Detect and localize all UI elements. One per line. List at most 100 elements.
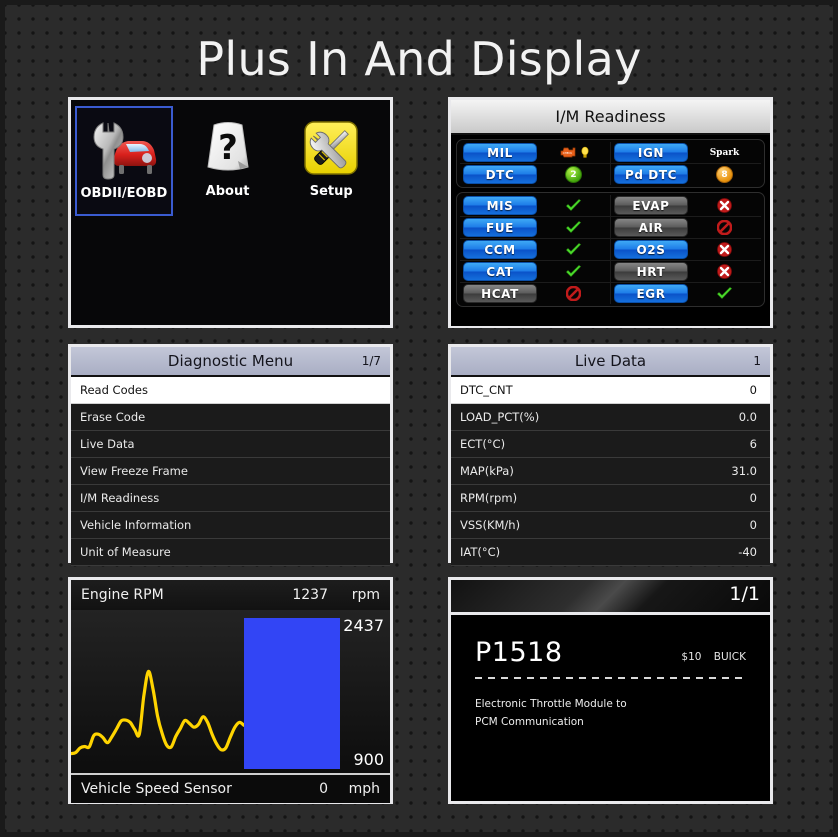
graph-bottom-value: 0 xyxy=(319,781,328,797)
graph-bottom-unit: mph xyxy=(348,781,380,797)
diagnostic-menu-item[interactable]: Unit of Measure xyxy=(71,539,390,566)
im-button-pd-dtc[interactable]: Pd DTC xyxy=(614,165,688,184)
check-icon xyxy=(566,264,581,277)
im-monitor-cell: EGR xyxy=(610,283,761,304)
live-data-row[interactable]: RPM(rpm) 0 xyxy=(451,485,770,512)
dtc-description-line1: Electronic Throttle Module to xyxy=(475,698,627,710)
wrench-screwdriver-icon xyxy=(302,114,360,182)
im-monitor-cell: AIR xyxy=(610,217,761,238)
live-data-name: MAP(kPa) xyxy=(460,464,514,478)
dtc-code: P1518 xyxy=(475,637,563,668)
diagnostic-menu-item[interactable]: Vehicle Information xyxy=(71,512,390,539)
im-monitor-status xyxy=(688,220,761,235)
live-data-row[interactable]: IAT(°C) -40 xyxy=(451,539,770,566)
im-button-hrt[interactable]: HRT xyxy=(614,262,688,281)
cross-icon xyxy=(717,242,732,257)
engine-lamp-icon: CHECK xyxy=(559,146,589,159)
live-data-name: DTC_CNT xyxy=(460,383,513,397)
live-data-row[interactable]: DTC_CNT 0 xyxy=(451,377,770,404)
diagnostic-menu-item[interactable]: Live Data xyxy=(71,431,390,458)
im-readiness-header: I/M Readiness xyxy=(451,100,770,135)
live-data-value: 0 xyxy=(749,518,757,532)
im-monitor-status xyxy=(688,286,761,301)
live-data-name: ECT(°C) xyxy=(460,437,506,451)
im-monitor-cell: CCM xyxy=(460,239,610,260)
im-monitor-cell: CAT xyxy=(460,261,610,282)
check-icon xyxy=(566,198,581,211)
diagnostic-menu-item[interactable]: Read Codes xyxy=(71,377,390,404)
dtc-separator xyxy=(475,677,746,679)
live-data-row[interactable]: MAP(kPa) 31.0 xyxy=(451,458,770,485)
check-icon xyxy=(717,286,732,299)
im-status-mil: CHECK xyxy=(537,146,610,159)
live-data-row[interactable]: LOAD_PCT(%) 0.0 xyxy=(451,404,770,431)
home-item-label: About xyxy=(205,184,250,199)
im-monitor-status xyxy=(537,242,610,257)
im-readiness-panel: I/M Readiness MIL CHECK IGN Spark DTC 2 … xyxy=(448,97,773,328)
im-button-fue[interactable]: FUE xyxy=(463,218,537,237)
im-button-ign[interactable]: IGN xyxy=(614,143,688,162)
diagnostic-menu-item[interactable]: I/M Readiness xyxy=(71,485,390,512)
im-row-dtc-pddtc: DTC 2 Pd DTC 8 xyxy=(460,164,761,185)
im-button-mil[interactable]: MIL xyxy=(463,143,537,162)
im-button-o2s[interactable]: O2S xyxy=(614,240,688,259)
im-monitor-group: MIS EVAP FUE AIR CCM O2S CAT HRT HCAT EGR xyxy=(456,192,765,307)
im-button-dtc[interactable]: DTC xyxy=(463,165,537,184)
im-button-hcat[interactable]: HCAT xyxy=(463,284,537,303)
im-monitor-row: FUE AIR xyxy=(460,217,761,239)
dtc-meta: $10 BUICK xyxy=(672,651,746,668)
live-data-row[interactable]: VSS(KM/h) 0 xyxy=(451,512,770,539)
graph-plot-area: 2437 900 xyxy=(71,610,390,773)
dtc-top-row: P1518 $10 BUICK xyxy=(475,637,746,668)
diagnostic-menu-list: Read Codes Erase Code Live Data View Freeze… xyxy=(71,377,390,566)
graph-top-bar: Engine RPM 1237 rpm xyxy=(71,580,390,610)
im-ign-value: Spark xyxy=(709,147,740,158)
live-data-list: DTC_CNT 0 LOAD_PCT(%) 0.0 ECT(°C) 6 MAP(kPa) 31… xyxy=(451,377,770,566)
live-data-name: IAT(°C) xyxy=(460,545,501,559)
home-item-label: OBDII/EOBD xyxy=(80,186,168,201)
pd-dtc-count-badge: 8 xyxy=(716,166,733,183)
live-data-header: Live Data 1 xyxy=(451,347,770,377)
cross-icon xyxy=(717,198,732,213)
check-icon xyxy=(566,242,581,255)
im-monitor-cell: EVAP xyxy=(610,195,761,216)
home-item-obdii-eobd[interactable]: OBDII/EOBD xyxy=(75,106,173,216)
im-button-cat[interactable]: CAT xyxy=(463,262,537,281)
rpm-trace xyxy=(71,669,246,756)
dtc-description: Electronic Throttle Module to PCM Commun… xyxy=(475,695,746,731)
live-data-value: -40 xyxy=(738,545,757,559)
graph-bottom-label: Vehicle Speed Sensor xyxy=(81,781,232,797)
live-data-title: Live Data xyxy=(574,352,647,370)
im-monitor-cell: HRT xyxy=(610,261,761,282)
im-button-ccm[interactable]: CCM xyxy=(463,240,537,259)
not-available-icon xyxy=(566,286,581,301)
im-button-mis[interactable]: MIS xyxy=(463,196,537,215)
im-monitor-status xyxy=(537,286,610,301)
home-item-setup[interactable]: Setup xyxy=(282,106,380,216)
diagnostic-menu-header: Diagnostic Menu 1/7 xyxy=(71,347,390,377)
im-monitor-cell: MIS xyxy=(460,195,610,216)
live-data-row[interactable]: ECT(°C) 6 xyxy=(451,431,770,458)
live-data-name: VSS(KM/h) xyxy=(460,518,521,532)
im-monitor-status xyxy=(688,264,761,279)
im-button-evap[interactable]: EVAP xyxy=(614,196,688,215)
not-available-icon xyxy=(717,220,732,235)
home-item-label: Setup xyxy=(309,184,353,199)
im-status-ign: Spark xyxy=(688,148,761,158)
im-button-egr[interactable]: EGR xyxy=(614,284,688,303)
im-button-air[interactable]: AIR xyxy=(614,218,688,237)
svg-text:CHECK: CHECK xyxy=(563,151,572,155)
im-monitor-status xyxy=(537,264,610,279)
home-icon-grid: OBDII/EOBD ? About Setup xyxy=(71,100,390,216)
rpm-graph-panel: Engine RPM 1237 rpm 2437 900 Vehicle Spe… xyxy=(68,577,393,804)
dtc-detail-panel: 1/1 P1518 $10 BUICK Electronic Throttle … xyxy=(448,577,773,804)
diagnostic-menu-item[interactable]: Erase Code xyxy=(71,404,390,431)
home-item-about[interactable]: ? About xyxy=(179,106,277,216)
dtc-count-badge: 2 xyxy=(565,166,582,183)
im-monitor-row: MIS EVAP xyxy=(460,195,761,217)
diagnostic-menu-page: 1/7 xyxy=(361,354,381,368)
diagnostic-menu-item[interactable]: View Freeze Frame xyxy=(71,458,390,485)
graph-highlight-bar xyxy=(244,618,340,769)
dtc-module: $10 xyxy=(681,651,702,663)
im-top-group: MIL CHECK IGN Spark DTC 2 Pd DTC 8 xyxy=(456,139,765,188)
